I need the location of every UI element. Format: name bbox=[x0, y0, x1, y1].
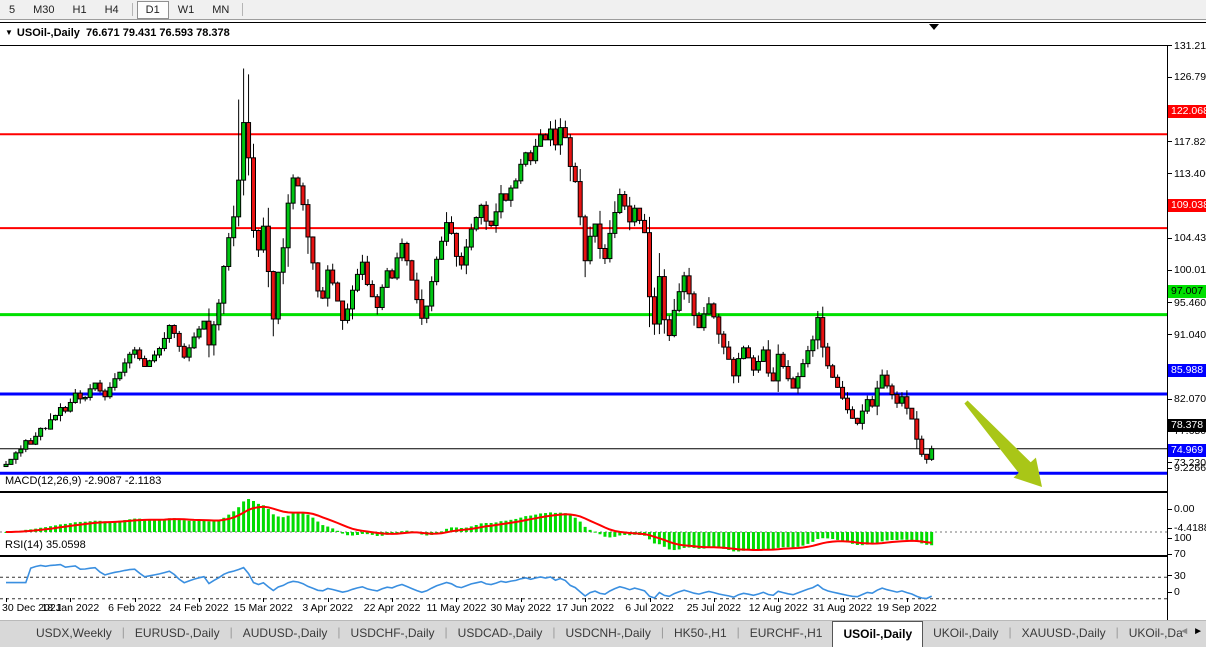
price-tick-mark bbox=[1168, 45, 1172, 46]
date-tick-label[interactable]: 24 Feb 2022 bbox=[170, 602, 229, 614]
rsi-indicator-label: RSI(14) 35.0598 bbox=[5, 539, 86, 551]
date-tick-label[interactable]: 11 May 2022 bbox=[426, 602, 486, 614]
price-tick-mark bbox=[1168, 302, 1172, 303]
date-tick-label[interactable]: 31 Aug 2022 bbox=[813, 602, 872, 614]
chart-tab-bar: USDX,Weekly|EURUSD-,Daily|AUDUSD-,Daily|… bbox=[0, 620, 1206, 647]
price-tick-label: 82.070 bbox=[1174, 393, 1206, 405]
trend-arrow-annotation[interactable] bbox=[950, 390, 1060, 500]
chart-tab-usdx-weekly[interactable]: USDX,Weekly bbox=[26, 621, 122, 647]
date-tick-label[interactable]: 15 Mar 2022 bbox=[234, 602, 293, 614]
price-tick-label: 126.790 bbox=[1174, 71, 1206, 83]
rsi-tick-label: 100 bbox=[1174, 532, 1192, 544]
tab-scroll-right-icon[interactable]: ► bbox=[1193, 626, 1203, 637]
date-tick-label[interactable]: 18 Jan 2022 bbox=[41, 602, 99, 614]
rsi-tick-mark bbox=[1168, 538, 1172, 539]
terminal-window: 5M30H1H4 D1W1MN ▼ USOil-,Daily 76.671 79.4… bbox=[0, 0, 1206, 646]
chart-ohlc-values: 76.671 79.431 76.593 78.378 bbox=[86, 27, 230, 39]
chart-tab-ukoil-daily[interactable]: UKOil-,Daily bbox=[923, 621, 1008, 647]
timeframe-button-H1[interactable]: H1 bbox=[64, 1, 96, 19]
price-level-flag: 109.038 bbox=[1168, 199, 1206, 212]
price-tick-mark bbox=[1168, 77, 1172, 78]
price-tick-label: 95.460 bbox=[1174, 297, 1206, 309]
macd-tick-label: 9.2266 bbox=[1174, 462, 1206, 474]
chart-tab-hk50-h1[interactable]: HK50-,H1 bbox=[664, 621, 737, 647]
chart-title: ▼ USOil-,Daily 76.671 79.431 76.593 78.37… bbox=[5, 27, 230, 39]
date-tick-label[interactable]: 22 Apr 2022 bbox=[364, 602, 421, 614]
date-tick-label[interactable]: 6 Jul 2022 bbox=[625, 602, 673, 614]
price-tick-label: 113.400 bbox=[1174, 168, 1206, 180]
chart-tab-usdcnh-daily[interactable]: USDCNH-,Daily bbox=[555, 621, 660, 647]
rsi-tick-mark bbox=[1168, 592, 1172, 593]
chart-symbol-label: USOil-,Daily bbox=[17, 27, 80, 39]
price-tick-mark bbox=[1168, 173, 1172, 174]
rsi-tick-label: 70 bbox=[1174, 548, 1186, 560]
chart-tab-usoil-daily[interactable]: USOil-,Daily bbox=[832, 621, 923, 647]
macd-indicator-label: MACD(12,26,9) -2.9087 -2.1183 bbox=[5, 475, 161, 487]
date-tick-label[interactable]: 3 Apr 2022 bbox=[302, 602, 353, 614]
chart-tab-usdchf-daily[interactable]: USDCHF-,Daily bbox=[341, 621, 445, 647]
price-tick-label: 104.430 bbox=[1174, 232, 1206, 244]
date-tick-label[interactable]: 6 Feb 2022 bbox=[108, 602, 161, 614]
price-tick-mark bbox=[1168, 270, 1172, 271]
chart-window bbox=[0, 22, 1206, 619]
chart-tab-usdcad-daily[interactable]: USDCAD-,Daily bbox=[448, 621, 553, 647]
price-level-flag: 74.969 bbox=[1168, 444, 1206, 457]
macd-tick-mark bbox=[1168, 509, 1172, 510]
timeframe-button-M30[interactable]: M30 bbox=[24, 1, 63, 19]
toolbar-separator bbox=[242, 3, 243, 16]
timeframe-button-H4[interactable]: H4 bbox=[96, 1, 128, 19]
chart-tab-audusd-daily[interactable]: AUDUSD-,Daily bbox=[233, 621, 338, 647]
macd-panel-canvas bbox=[0, 492, 1167, 556]
timeframe-button-D1[interactable]: D1 bbox=[137, 1, 169, 19]
chart-tab-eurusd-daily[interactable]: EURUSD-,Daily bbox=[125, 621, 230, 647]
timeframe-button-MN[interactable]: MN bbox=[203, 1, 238, 19]
date-tick-label[interactable]: 17 Jun 2022 bbox=[556, 602, 614, 614]
price-tick-label: 100.010 bbox=[1174, 264, 1206, 276]
chart-tab-xauusd-daily[interactable]: XAUUSD-,Daily bbox=[1012, 621, 1116, 647]
tabbar-left-padding bbox=[0, 621, 26, 647]
macd-tick-label: 0.00 bbox=[1174, 503, 1194, 515]
price-axis bbox=[1167, 45, 1206, 641]
price-tick-mark bbox=[1168, 238, 1172, 239]
price-level-flag: 78.378 bbox=[1168, 419, 1206, 432]
timeframe-button-5[interactable]: 5 bbox=[0, 1, 24, 19]
rsi-tick-label: 0 bbox=[1174, 586, 1180, 598]
price-tick-mark bbox=[1168, 462, 1172, 463]
price-tick-mark bbox=[1168, 334, 1172, 335]
price-level-flag: 122.068 bbox=[1168, 105, 1206, 118]
toolbar-separator bbox=[132, 3, 133, 16]
macd-tick-mark bbox=[1168, 468, 1172, 469]
date-tick-label[interactable]: 12 Aug 2022 bbox=[749, 602, 808, 614]
symbol-collapse-icon[interactable]: ▼ bbox=[5, 28, 13, 37]
price-tick-label: 117.820 bbox=[1174, 136, 1206, 148]
date-tick-label[interactable]: 19 Sep 2022 bbox=[877, 602, 937, 614]
chart-shift-marker-icon[interactable] bbox=[926, 23, 944, 33]
timeframe-toolbar: 5M30H1H4 D1W1MN bbox=[0, 0, 1206, 20]
timeframe-button-W1[interactable]: W1 bbox=[169, 1, 204, 19]
rsi-tick-label: 30 bbox=[1174, 570, 1186, 582]
price-level-flag: 97.007 bbox=[1168, 285, 1206, 298]
tab-scroll-left-icon[interactable]: ◄ bbox=[1179, 626, 1189, 637]
macd-tick-mark bbox=[1168, 528, 1172, 529]
date-tick-label[interactable]: 30 May 2022 bbox=[490, 602, 551, 614]
rsi-tick-mark bbox=[1168, 554, 1172, 555]
date-tick-label[interactable]: 25 Jul 2022 bbox=[687, 602, 741, 614]
price-level-flag: 85.988 bbox=[1168, 364, 1206, 377]
chart-tab-eurchf-h1[interactable]: EURCHF-,H1 bbox=[740, 621, 833, 647]
rsi-tick-mark bbox=[1168, 575, 1172, 576]
price-tick-mark bbox=[1168, 141, 1172, 142]
price-tick-label: 131.210 bbox=[1174, 40, 1206, 52]
price-tick-label: 91.040 bbox=[1174, 329, 1206, 341]
tab-scroll-buttons: ◄► bbox=[1179, 626, 1203, 637]
price-tick-mark bbox=[1168, 399, 1172, 400]
macd-panel-divider[interactable] bbox=[0, 555, 1206, 556]
